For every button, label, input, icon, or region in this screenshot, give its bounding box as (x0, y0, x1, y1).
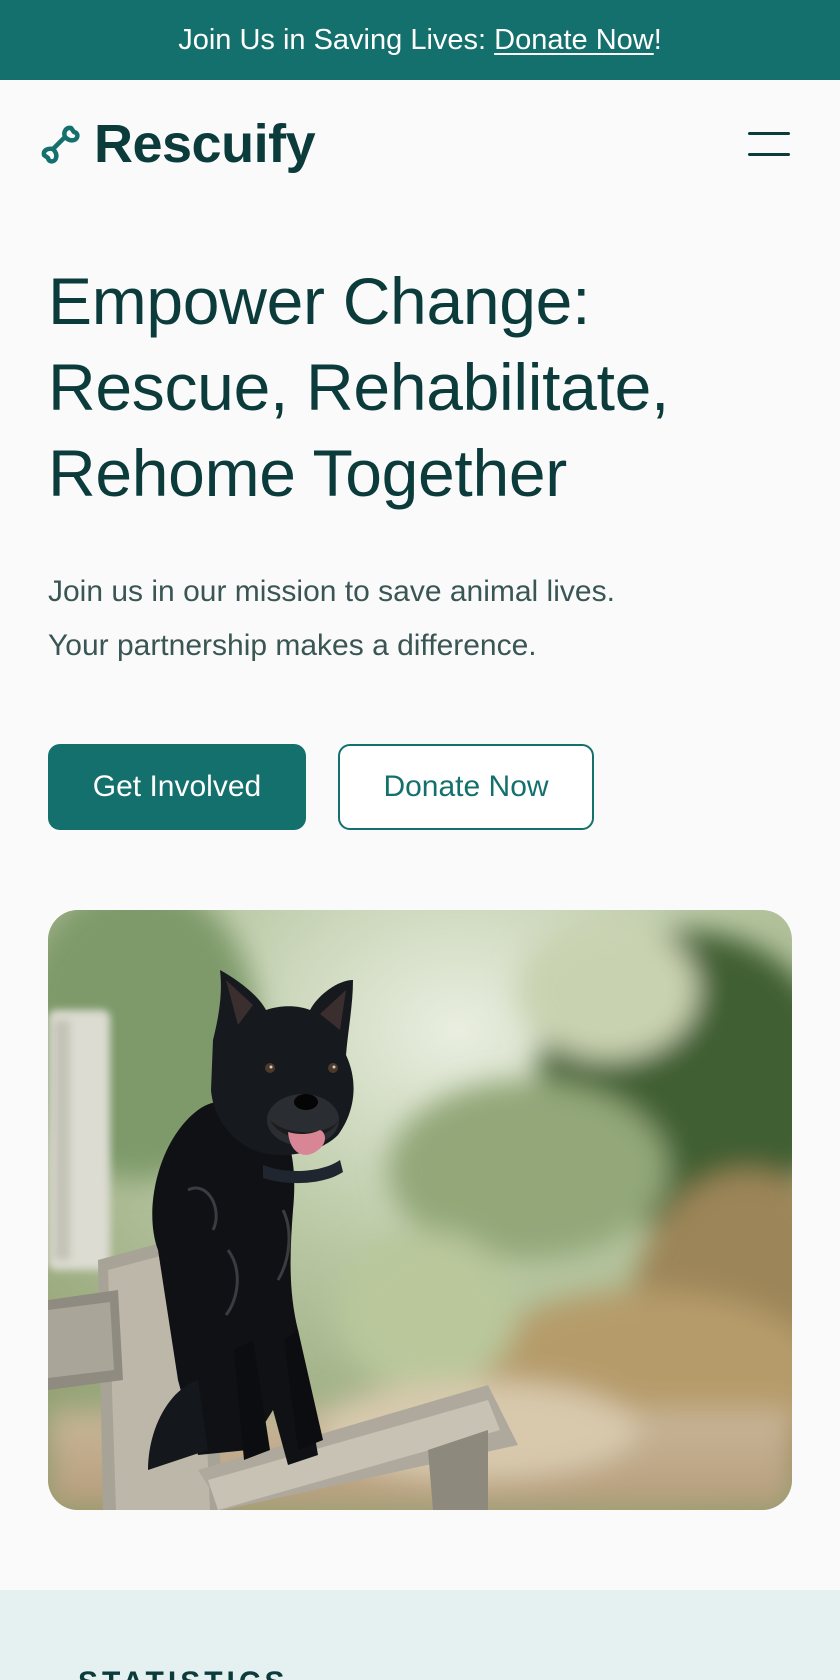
brand-name: Rescuify (94, 114, 316, 174)
brand-logo[interactable]: Rescuify (36, 113, 316, 175)
hero-title-line: Rescue, Rehabilitate, (48, 350, 670, 424)
hero-title-line: Empower Change: (48, 264, 591, 338)
site-header: Rescuify (0, 80, 840, 208)
menu-line-bottom (748, 153, 790, 156)
hamburger-menu-icon[interactable] (746, 127, 792, 161)
hero-subtitle-line: Your partnership makes a difference. (48, 629, 537, 662)
dog-photo (48, 910, 792, 1510)
hero-subtitle-line: Join us in our mission to save animal li… (48, 575, 615, 608)
statistics-section: STATISTICS (0, 1590, 840, 1680)
announcement-donate-link[interactable]: Donate Now (494, 24, 654, 57)
announcement-text: Join Us in Saving Lives: (178, 23, 487, 56)
announcement-suffix: ! (653, 23, 662, 56)
get-involved-button[interactable]: Get Involved (48, 744, 306, 830)
bone-icon (41, 125, 80, 164)
menu-line-top (748, 132, 790, 135)
hero-title-line: Rehome Together (48, 436, 567, 510)
donate-now-button[interactable]: Donate Now (338, 744, 594, 830)
announcement-bar: Join Us in Saving Lives: Donate Now! (0, 0, 840, 80)
hero-subtitle: Join us in our mission to save animal li… (48, 565, 768, 673)
dog-photo-illustration (48, 910, 792, 1510)
hero-title: Empower Change: Rescue, Rehabilitate, Re… (48, 258, 808, 516)
statistics-label: STATISTICS (78, 1666, 289, 1680)
